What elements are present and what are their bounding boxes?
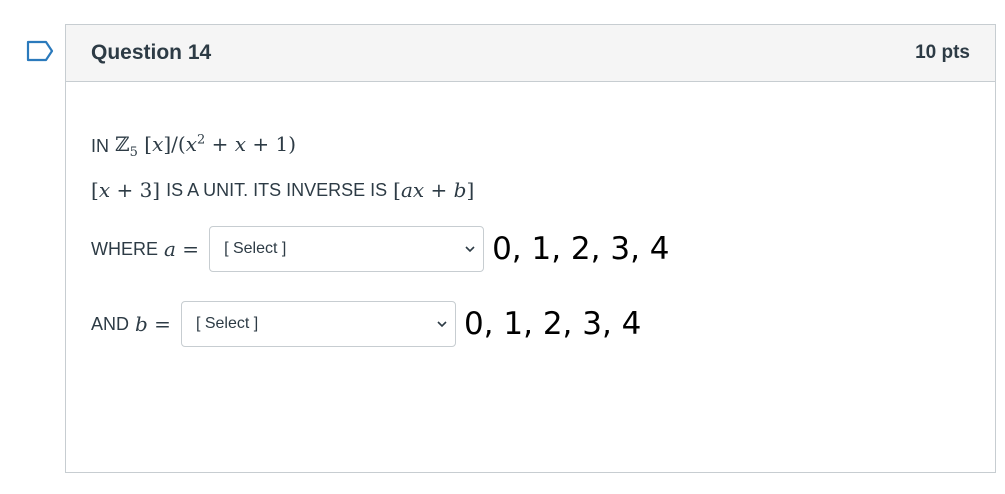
answer-b-select[interactable]: [ Select ] [180,301,456,347]
line1-prefix: IN [91,135,109,156]
unit-expression: [x + 3] [91,178,161,202]
a-variable: a = [164,237,200,261]
question-title: Question 14 [91,41,212,64]
question-header: Question 14 10 pts [66,25,995,82]
where-label: WHERE [91,238,158,259]
bookmark-flag-icon[interactable] [26,40,54,62]
question-points: 10 pts [915,42,970,63]
b-variable: b = [135,312,171,336]
answer-b-select-value: [ Select ] [195,315,259,332]
question-line-ring: IN ℤ5 [x]/(x2 + x + 1) [91,132,296,160]
answer-a-options-hint: 0, 1, 2, 3, 4 [492,231,670,267]
question-line-b: AND b = [ Select ] 0, 1, 2, 3, 4 [91,301,641,347]
question-line-unit: [x + 3] IS A UNIT. ITS INVERSE IS [ax + … [91,178,474,202]
inverse-expression: [ax + b] [393,178,475,202]
question-line-a: WHERE a = [ Select ] 0, 1, 2, 3, 4 [91,226,670,272]
chevron-down-icon [437,321,447,328]
ring-expression: ℤ5 [x]/(x2 + x + 1) [115,132,297,160]
chevron-down-icon [465,246,475,253]
question-card: Question 14 10 pts IN ℤ5 [x]/(x2 + x + 1… [65,24,996,473]
line2-text: IS A UNIT. ITS INVERSE IS [166,179,388,200]
answer-a-select-value: [ Select ] [224,240,287,257]
answer-a-select[interactable]: [ Select ] [209,226,485,272]
and-label: AND [91,313,130,334]
answer-b-options-hint: 0, 1, 2, 3, 4 [463,306,642,342]
